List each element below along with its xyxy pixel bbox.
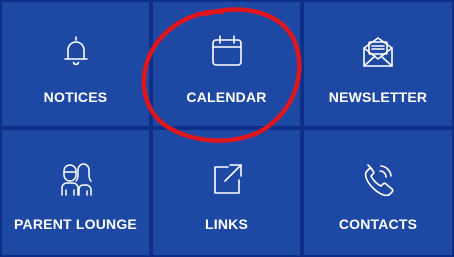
calendar-tile[interactable]: CALENDAR [151,0,302,128]
newsletter-label: NEWSLETTER [328,89,428,105]
calendar-label: CALENDAR [186,89,267,105]
external-link-icon [208,160,246,198]
menu-grid: NOTICES CALENDAR NEWSLETTER PARENT LOUNG… [0,0,454,257]
people-icon [57,160,95,198]
links-tile[interactable]: LINKS [151,128,302,257]
contacts-label: CONTACTS [338,216,418,232]
notices-label: NOTICES [43,89,108,105]
newsletter-tile[interactable]: NEWSLETTER [302,0,454,128]
notices-tile[interactable]: NOTICES [0,0,151,128]
parent-lounge-tile[interactable]: PARENT LOUNGE [0,128,151,257]
phone-icon [359,160,397,198]
contacts-tile[interactable]: CONTACTS [302,128,454,257]
bell-icon [57,32,95,70]
links-label: LINKS [205,216,248,232]
envelope-letter-icon [359,32,397,70]
calendar-icon [208,32,246,70]
parent-lounge-label: PARENT LOUNGE [14,216,137,232]
